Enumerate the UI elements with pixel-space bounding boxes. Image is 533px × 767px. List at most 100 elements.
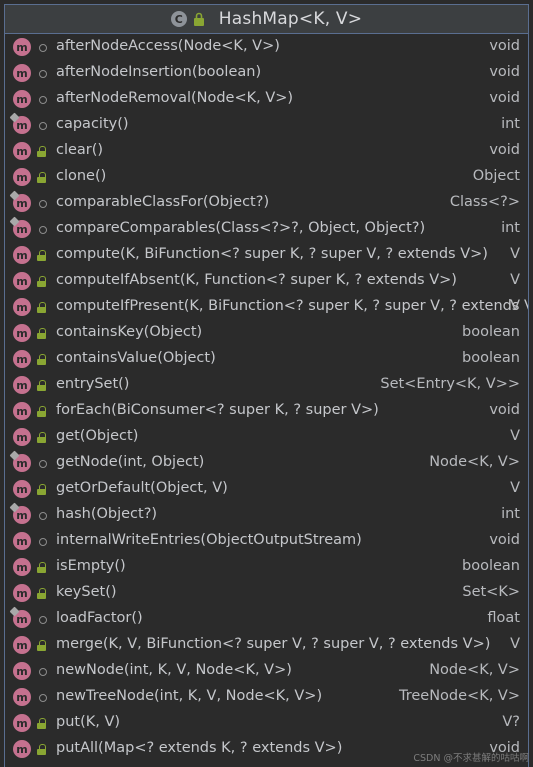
- method-return-type: boolean: [462, 558, 520, 574]
- method-signature: containsKey(Object): [56, 324, 203, 340]
- method-row[interactable]: m get(Object) V: [5, 424, 528, 450]
- method-icon: m: [13, 506, 31, 524]
- method-row[interactable]: m afterNodeInsertion(boolean) void: [5, 60, 528, 86]
- class-icon: C: [170, 11, 187, 27]
- method-icon: m: [13, 688, 31, 706]
- method-row[interactable]: m newNode(int, K, V, Node<K, V>) Node<K, V…: [5, 658, 528, 684]
- method-signature: loadFactor(): [56, 610, 143, 626]
- method-icon: m: [13, 272, 31, 290]
- public-lock-icon: [36, 717, 48, 729]
- method-list: m afterNodeAccess(Node<K, V>) void m afterNo…: [5, 34, 528, 762]
- method-return-type: void: [489, 64, 520, 80]
- method-return-type: Class<?>: [449, 194, 520, 210]
- method-row[interactable]: m afterNodeRemoval(Node<K, V>) void: [5, 86, 528, 112]
- method-return-type: V: [510, 636, 520, 652]
- method-signature: clone(): [56, 168, 107, 184]
- package-private-icon: [36, 613, 48, 625]
- public-lock-icon: [36, 379, 48, 391]
- method-return-type: void: [489, 142, 520, 158]
- method-icon: m: [13, 610, 31, 628]
- method-row[interactable]: m put(K, V) V?: [5, 710, 528, 736]
- method-row[interactable]: m getOrDefault(Object, V) V: [5, 476, 528, 502]
- method-signature: internalWriteEntries(ObjectOutputStream): [56, 532, 362, 548]
- method-row[interactable]: m containsKey(Object) boolean: [5, 320, 528, 346]
- method-return-type: int: [501, 116, 520, 132]
- public-lock-icon: [36, 301, 48, 313]
- method-signature: newNode(int, K, V, Node<K, V>): [56, 662, 292, 678]
- public-lock-icon: [36, 171, 48, 183]
- method-row[interactable]: m compareComparables(Class<?>?, Object, O…: [5, 216, 528, 242]
- method-row[interactable]: m clone() Object: [5, 164, 528, 190]
- public-lock-icon: [36, 249, 48, 261]
- class-title: HashMap<K, V>: [218, 9, 363, 29]
- method-signature: compareComparables(Class<?>?, Object, Ob…: [56, 220, 426, 236]
- method-row[interactable]: m keySet() Set<K>: [5, 580, 528, 606]
- method-icon: m: [13, 714, 31, 732]
- public-lock-icon: [36, 431, 48, 443]
- public-lock-icon: [36, 145, 48, 157]
- method-row[interactable]: m isEmpty() boolean: [5, 554, 528, 580]
- method-row[interactable]: m capacity() int: [5, 112, 528, 138]
- method-row[interactable]: m computeIfPresent(K, BiFunction<? super …: [5, 294, 528, 320]
- method-signature: computeIfPresent(K, BiFunction<? super K…: [56, 298, 529, 314]
- public-lock-icon: [36, 639, 48, 651]
- method-row[interactable]: m getNode(int, Object) Node<K, V>: [5, 450, 528, 476]
- method-signature: putAll(Map<? extends K, ? extends V>): [56, 740, 343, 756]
- method-row[interactable]: m computeIfAbsent(K, Function<? super K, …: [5, 268, 528, 294]
- method-row[interactable]: m containsValue(Object) boolean: [5, 346, 528, 372]
- package-private-icon: [36, 119, 48, 131]
- public-lock-icon: [36, 561, 48, 573]
- public-lock-icon: [36, 743, 48, 755]
- method-icon: m: [13, 246, 31, 264]
- public-lock-icon: [36, 353, 48, 365]
- package-private-icon: [36, 457, 48, 469]
- method-signature: getOrDefault(Object, V): [56, 480, 228, 496]
- method-return-type: Set<K>: [462, 584, 520, 600]
- method-row[interactable]: m entrySet() Set<Entry<K, V>>: [5, 372, 528, 398]
- method-icon: m: [13, 168, 31, 186]
- method-row[interactable]: m hash(Object?) int: [5, 502, 528, 528]
- method-return-type: V: [510, 246, 520, 262]
- method-signature: afterNodeInsertion(boolean): [56, 64, 262, 80]
- method-signature: forEach(BiConsumer<? super K, ? super V>…: [56, 402, 379, 418]
- method-return-type: V: [510, 272, 520, 288]
- package-private-icon: [36, 67, 48, 79]
- method-signature: hash(Object?): [56, 506, 158, 522]
- method-icon: m: [13, 298, 31, 316]
- method-icon: m: [13, 116, 31, 134]
- method-return-type: int: [501, 220, 520, 236]
- method-return-type: void: [489, 38, 520, 54]
- method-icon: m: [13, 402, 31, 420]
- method-row[interactable]: m afterNodeAccess(Node<K, V>) void: [5, 34, 528, 60]
- method-return-type: int: [501, 506, 520, 522]
- method-return-type: Node<K, V>: [429, 662, 520, 678]
- method-row[interactable]: m clear() void: [5, 138, 528, 164]
- method-signature: capacity(): [56, 116, 129, 132]
- method-signature: afterNodeAccess(Node<K, V>): [56, 38, 280, 54]
- method-icon: m: [13, 142, 31, 160]
- method-signature: compute(K, BiFunction<? super K, ? super…: [56, 246, 488, 262]
- method-icon: m: [13, 64, 31, 82]
- method-signature: comparableClassFor(Object?): [56, 194, 270, 210]
- method-return-type: V: [510, 428, 520, 444]
- method-icon: m: [13, 220, 31, 238]
- method-row[interactable]: m newTreeNode(int, K, V, Node<K, V>) TreeN…: [5, 684, 528, 710]
- method-signature: put(K, V): [56, 714, 121, 730]
- package-private-icon: [36, 691, 48, 703]
- method-signature: afterNodeRemoval(Node<K, V>): [56, 90, 294, 106]
- method-icon: m: [13, 480, 31, 498]
- method-return-type: TreeNode<K, V>: [399, 688, 520, 704]
- package-private-icon: [36, 509, 48, 521]
- method-row[interactable]: m merge(K, V, BiFunction<? super V, ? sup…: [5, 632, 528, 658]
- method-row[interactable]: m comparableClassFor(Object?) Class<?>: [5, 190, 528, 216]
- method-row[interactable]: m internalWriteEntries(ObjectOutputStream…: [5, 528, 528, 554]
- method-row[interactable]: m compute(K, BiFunction<? super K, ? supe…: [5, 242, 528, 268]
- method-icon: m: [13, 740, 31, 758]
- method-return-type: Node<K, V>: [429, 454, 520, 470]
- method-signature: newTreeNode(int, K, V, Node<K, V>): [56, 688, 323, 704]
- method-row[interactable]: m forEach(BiConsumer<? super K, ? super V…: [5, 398, 528, 424]
- class-header: C HashMap<K, V>: [5, 5, 528, 34]
- method-row[interactable]: m loadFactor() float: [5, 606, 528, 632]
- method-return-type: boolean: [462, 350, 520, 366]
- method-signature: entrySet(): [56, 376, 130, 392]
